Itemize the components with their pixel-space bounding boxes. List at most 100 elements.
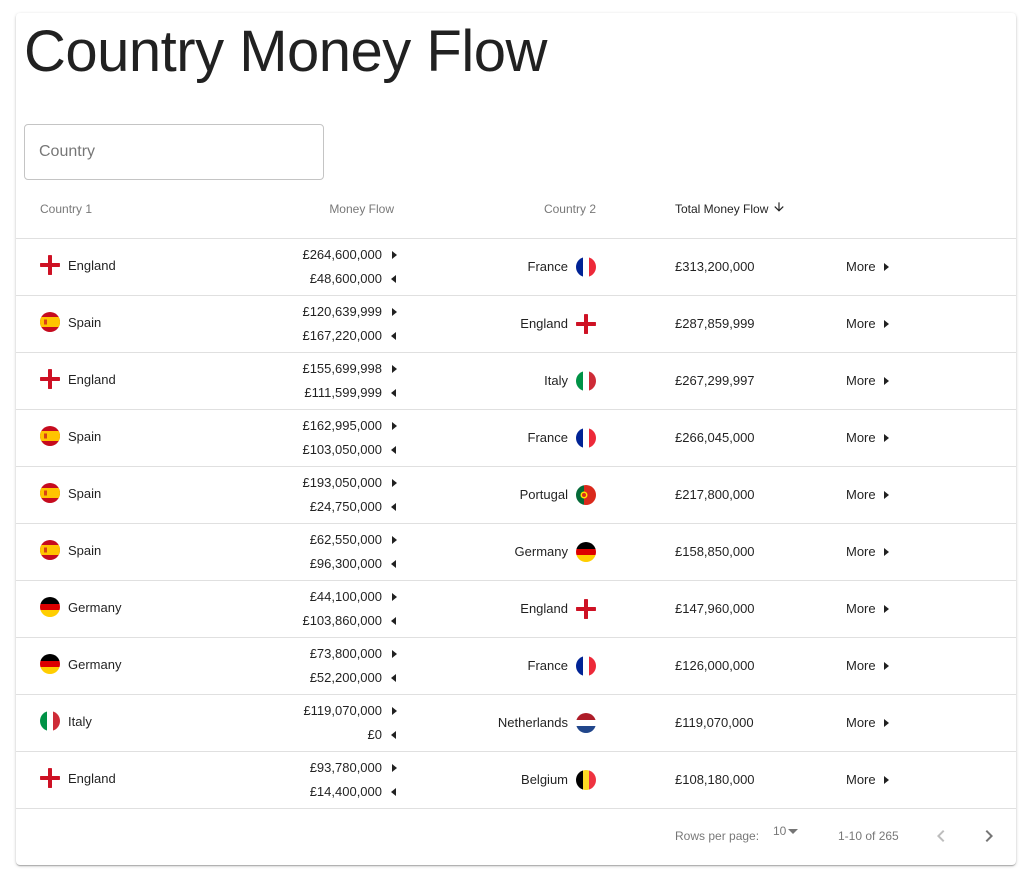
cell-country-2: Italy (386, 352, 596, 410)
arrow-right-icon (382, 414, 406, 438)
previous-page-button[interactable] (929, 824, 953, 848)
table-row: Spain £162,995,000 £103,050,000 France £266,… (16, 409, 1016, 467)
country-2-name: France (527, 658, 568, 673)
cell-actions: More (826, 580, 1016, 638)
cell-total-money-flow: £158,850,000 (596, 523, 826, 581)
country-1-name: Germany (68, 599, 122, 615)
country-2-name: Portugal (519, 487, 568, 502)
spain-flag-icon (40, 483, 60, 503)
cell-money-flow: £73,800,000 £52,200,000 (166, 637, 397, 695)
country-2-name: Germany (514, 544, 568, 559)
table-row: Spain £62,550,000 £96,300,000 Germany £158,8… (16, 523, 1016, 581)
cell-country-2: France (386, 409, 596, 467)
chevron-right-icon (985, 830, 993, 842)
spain-flag-icon (40, 540, 60, 560)
arrow-right-icon (876, 540, 894, 564)
arrow-right-icon (876, 768, 894, 792)
cell-money-flow: £264,600,000 £48,600,000 (166, 238, 397, 296)
header-country-2[interactable]: Country 2 (386, 181, 596, 239)
arrow-right-icon (382, 699, 406, 723)
more-button[interactable]: More (846, 540, 894, 564)
country-2-name: England (520, 601, 568, 616)
england-flag-icon (40, 369, 60, 389)
cell-country-1: Spain (16, 295, 166, 353)
more-button[interactable]: More (846, 312, 894, 336)
cell-money-flow: £155,699,998 £111,599,999 (166, 352, 397, 410)
country-2-name: France (527, 430, 568, 445)
country-filter[interactable] (24, 124, 324, 180)
arrow-left-icon (382, 666, 406, 690)
pagination-range: 1-10 of 265 (838, 829, 899, 843)
more-button[interactable]: More (846, 711, 894, 735)
cell-total-money-flow: £108,180,000 (596, 751, 826, 809)
more-button[interactable]: More (846, 369, 894, 393)
cell-total-money-flow: £147,960,000 (596, 580, 826, 638)
more-button[interactable]: More (846, 597, 894, 621)
money-flow-in: £48,600,000 (309, 271, 382, 286)
cell-country-2: Portugal (386, 466, 596, 524)
money-flow-in: £111,599,999 (304, 385, 382, 400)
money-flow-out: £93,780,000 (309, 760, 382, 775)
more-button-label: More (846, 373, 876, 388)
cell-money-flow: £119,070,000 £0 (166, 694, 397, 752)
france-flag-icon (576, 427, 596, 448)
spain-flag-icon (40, 426, 60, 446)
table-row: England £155,699,998 £111,599,999 Italy £267… (16, 352, 1016, 410)
more-button[interactable]: More (846, 483, 894, 507)
header-money-flow[interactable]: Money Flow (166, 181, 394, 239)
england-flag-icon (576, 598, 596, 619)
more-button[interactable]: More (846, 768, 894, 792)
germany-flag-icon (576, 541, 596, 562)
country-1-name: Spain (68, 428, 102, 444)
arrow-left-icon (382, 780, 406, 804)
more-button-label: More (846, 316, 876, 331)
cell-country-2: France (386, 637, 596, 695)
money-flow-in: £24,750,000 (309, 499, 382, 514)
arrow-left-icon (382, 552, 406, 576)
more-button-label: More (846, 715, 876, 730)
money-flow-out: £193,050,000 (302, 475, 382, 490)
arrow-right-icon (876, 312, 894, 336)
arrow-left-icon (382, 438, 406, 462)
country-filter-input[interactable] (25, 125, 323, 179)
table-row: Germany £73,800,000 £52,200,000 France £126,… (16, 637, 1016, 695)
table-row: England £93,780,000 £14,400,000 Belgium £108… (16, 751, 1016, 809)
arrow-left-icon (382, 495, 406, 519)
more-button[interactable]: More (846, 426, 894, 450)
more-button[interactable]: More (846, 255, 894, 279)
more-button[interactable]: More (846, 654, 894, 678)
pagination: Rows per page: 10 1-10 of 265 (16, 808, 1016, 864)
arrow-down-icon (772, 200, 786, 217)
more-button-label: More (846, 601, 876, 616)
chevron-left-icon (937, 830, 945, 842)
cell-country-2: Belgium (386, 751, 596, 809)
cell-country-2: France (386, 238, 596, 296)
arrow-right-icon (382, 357, 406, 381)
country-1-name: England (68, 371, 116, 387)
country-1-name: Italy (68, 713, 92, 729)
arrow-right-icon (876, 255, 894, 279)
spain-flag-icon (40, 312, 60, 332)
cell-actions: More (826, 523, 1016, 581)
next-page-button[interactable] (977, 824, 1001, 848)
table-row: Italy £119,070,000 £0 Netherlands £119,070,0… (16, 694, 1016, 752)
table-body: England £264,600,000 £48,600,000 France £313… (16, 238, 1016, 809)
header-total-money-flow[interactable]: Total Money Flow (596, 181, 826, 239)
header-actions (826, 181, 1016, 239)
cell-actions: More (826, 466, 1016, 524)
money-flow-card: Country Money Flow Country 1 Money Flow … (16, 13, 1016, 865)
money-flow-in: £0 (367, 727, 382, 742)
money-flow-in: £103,860,000 (302, 613, 382, 628)
more-button-label: More (846, 430, 876, 445)
money-flow-out: £162,995,000 (302, 418, 382, 433)
header-country-1[interactable]: Country 1 (16, 181, 166, 239)
rows-per-page-label: Rows per page: (675, 829, 760, 843)
cell-money-flow: £93,780,000 £14,400,000 (166, 751, 397, 809)
country-2-name: Belgium (521, 772, 568, 787)
table-row: Spain £193,050,000 £24,750,000 Portugal £217… (16, 466, 1016, 524)
arrow-right-icon (382, 300, 406, 324)
money-flow-in: £52,200,000 (309, 670, 382, 685)
arrow-right-icon (382, 642, 406, 666)
rows-per-page-select[interactable]: 10 (773, 824, 799, 838)
arrow-right-icon (876, 654, 894, 678)
